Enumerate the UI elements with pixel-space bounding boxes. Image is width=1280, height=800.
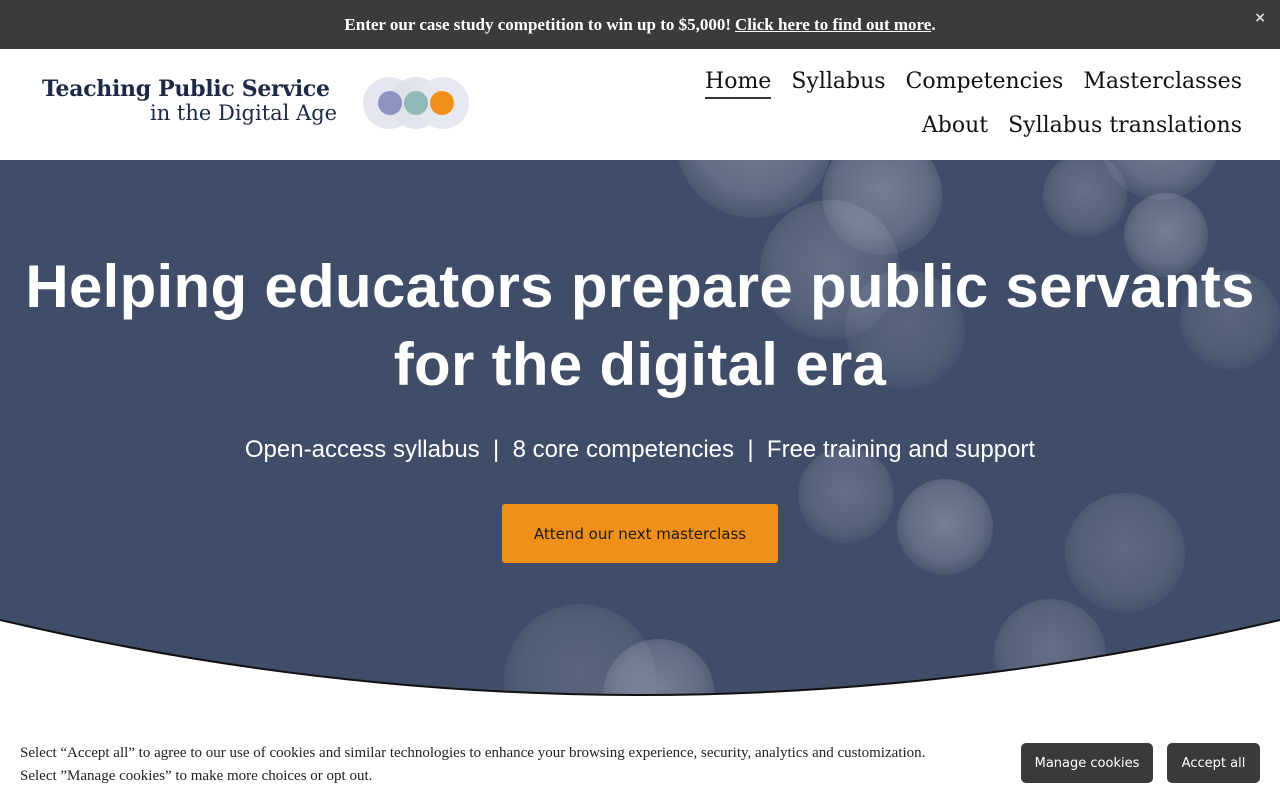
nav-syllabus[interactable]: Syllabus <box>791 67 885 99</box>
hero-curve-divider <box>0 619 1280 700</box>
cookie-message-line-2: Select ”Manage cookies” to make more cho… <box>20 768 373 784</box>
close-icon[interactable]: × <box>1254 10 1266 26</box>
announcement-trailing: . <box>931 14 936 34</box>
hero-title: Helping educators prepare public servant… <box>0 248 1280 404</box>
manage-cookies-button[interactable]: Manage cookies <box>1021 743 1153 783</box>
main-nav: Home Syllabus Competencies Masterclasses… <box>622 67 1242 141</box>
nav-syllabus-translations[interactable]: Syllabus translations <box>1008 111 1242 141</box>
attend-masterclass-button[interactable]: Attend our next masterclass <box>502 504 778 563</box>
hero-title-line-2: for the digital era <box>393 331 887 398</box>
cookie-message: Select “Accept all” to agree to our use … <box>20 742 1010 788</box>
nav-home[interactable]: Home <box>705 67 772 99</box>
nav-competencies[interactable]: Competencies <box>906 67 1064 99</box>
logo-subtitle: in the Digital Age <box>150 101 338 125</box>
hero-section: Helping educators prepare public servant… <box>0 160 1280 700</box>
nav-about[interactable]: About <box>922 111 988 141</box>
accept-all-button[interactable]: Accept all <box>1167 743 1260 783</box>
hero-title-line-1: Helping educators prepare public servant… <box>25 253 1255 320</box>
hero-subtitle: Open-access syllabus | 8 core competenci… <box>244 436 1036 463</box>
site-logo[interactable]: Teaching Public Service in the Digital A… <box>42 76 337 125</box>
nav-masterclasses[interactable]: Masterclasses <box>1083 67 1242 99</box>
logo-title: Teaching Public Service <box>42 76 330 102</box>
cookie-banner: Select “Accept all” to agree to our use … <box>0 730 1280 800</box>
announcement-link[interactable]: Click here to find out more <box>735 15 931 35</box>
cookie-message-line-1: Select “Accept all” to agree to our use … <box>20 745 926 761</box>
announcement-bar: Enter our case study competition to win … <box>0 0 1280 49</box>
announcement-text: Enter our case study competition to win … <box>344 14 732 34</box>
logo-circles-icon <box>363 77 469 129</box>
site-header: Teaching Public Service in the Digital A… <box>0 49 1280 160</box>
